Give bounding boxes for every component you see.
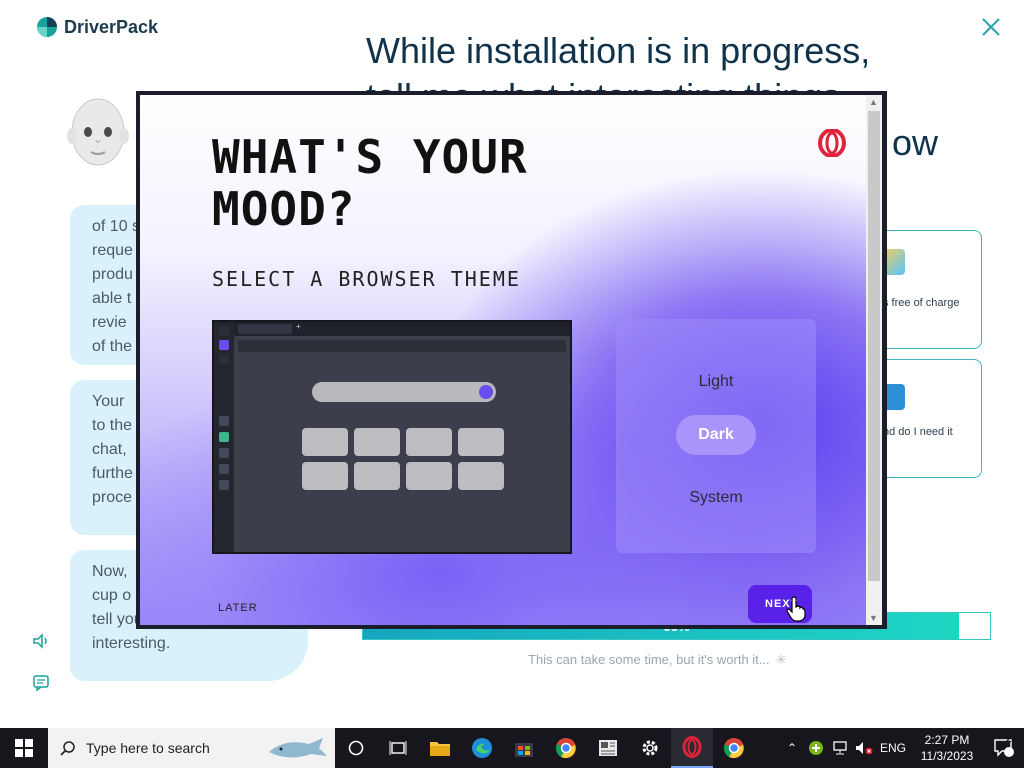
settings-gear-icon[interactable]	[629, 728, 671, 768]
network-icon[interactable]	[828, 741, 852, 755]
preview-search-icon	[219, 354, 229, 364]
preview-tab	[238, 324, 292, 334]
opera-taskbar-icon[interactable]	[671, 728, 713, 768]
windows-logo-icon	[15, 739, 33, 757]
chrome-icon[interactable]	[545, 728, 587, 768]
progress-note-text: This can take some time, but it's worth …	[528, 652, 770, 667]
clock-date: 11/3/2023	[920, 749, 974, 763]
preview-speed-dial-tile	[354, 428, 400, 456]
dialog-scrollbar[interactable]: ▲ ▼	[866, 95, 882, 625]
info-card-text: nd do I need it	[883, 426, 953, 438]
file-explorer-icon[interactable]	[419, 728, 461, 768]
preview-sidebar-slot	[219, 480, 229, 490]
preview-speed-dial-icon	[219, 340, 229, 350]
theme-selector: Light Dark System	[616, 319, 816, 553]
preview-sidebar-slot	[219, 464, 229, 474]
preview-speed-dial-tile	[354, 462, 400, 490]
dialog-content: WHAT'S YOUR MOOD? SELECT A BROWSER THEME…	[140, 95, 882, 625]
later-button[interactable]: LATER	[218, 602, 258, 614]
driverpack-logo-text: DriverPack	[64, 16, 159, 37]
dialog-title: WHAT'S YOUR MOOD?	[212, 130, 528, 236]
driverpack-logo: DriverPack	[36, 16, 158, 38]
preview-speed-dial-tile	[406, 428, 452, 456]
preview-sidebar-slot	[219, 448, 229, 458]
theme-preview: +	[212, 320, 572, 554]
edge-icon[interactable]	[461, 728, 503, 768]
assistant-avatar	[67, 98, 129, 166]
task-view-icon[interactable]	[377, 728, 419, 768]
preview-speed-dial-tile	[302, 428, 348, 456]
theme-option-system[interactable]: System	[616, 489, 816, 507]
preview-address-bar	[238, 340, 566, 352]
opera-logo-icon	[818, 129, 846, 157]
scrollbar-thumb[interactable]	[868, 111, 880, 581]
preview-menu-icon	[219, 326, 229, 336]
dialog-subtitle: SELECT A BROWSER THEME	[212, 267, 521, 291]
hand-cursor-icon	[786, 596, 806, 622]
preview-search-go-icon	[479, 385, 493, 399]
spinner-icon: ✳	[775, 652, 787, 667]
scroll-down-icon[interactable]: ▼	[869, 613, 878, 623]
opera-theme-dialog: WHAT'S YOUR MOOD? SELECT A BROWSER THEME…	[136, 91, 887, 629]
speaker-icon[interactable]	[32, 632, 50, 650]
preview-sidebar	[214, 322, 234, 552]
preview-aria-icon	[219, 416, 229, 426]
theme-option-light[interactable]: Light	[616, 373, 816, 391]
scroll-up-icon[interactable]: ▲	[869, 97, 878, 107]
preview-tab-bar: +	[234, 322, 570, 336]
windows-taskbar: Type here to search ⌃ ENG 2:27 PM 11/3/2…	[0, 728, 1024, 768]
system-tray: ⌃ ENG 2:27 PM 11/3/2023 2	[780, 728, 1024, 768]
preview-speed-dial-tile	[302, 462, 348, 490]
heading-line-1: While installation is in progress,	[366, 30, 871, 71]
preview-speed-dial-tile	[458, 428, 504, 456]
taskbar-search-placeholder: Type here to search	[86, 740, 210, 756]
theme-option-dark[interactable]: Dark	[676, 415, 756, 455]
chat-icon[interactable]	[32, 674, 50, 692]
microsoft-store-icon[interactable]	[503, 728, 545, 768]
news-app-icon[interactable]	[587, 728, 629, 768]
clock-time: 2:27 PM	[924, 733, 970, 747]
language-indicator[interactable]: ENG	[876, 741, 910, 755]
notification-count: 2	[1006, 734, 1012, 745]
preview-search-bar	[312, 382, 496, 402]
search-icon	[60, 741, 75, 756]
preview-messenger-icon	[219, 432, 229, 442]
progress-note: This can take some time, but it's worth …	[528, 652, 787, 668]
app-tray-icon[interactable]	[804, 740, 828, 756]
volume-muted-icon[interactable]	[852, 741, 876, 755]
info-card-text: s free of charge	[883, 297, 960, 309]
preview-speed-dial-tile	[458, 462, 504, 490]
notification-center-button[interactable]: 2	[984, 734, 1024, 758]
driverpack-logo-icon	[37, 17, 57, 37]
chevron-up-icon[interactable]: ⌃	[780, 741, 804, 755]
search-highlight-shark-icon	[269, 738, 327, 758]
chrome-icon[interactable]	[713, 728, 755, 768]
clock[interactable]: 2:27 PM 11/3/2023	[910, 732, 984, 764]
taskbar-search[interactable]: Type here to search	[48, 728, 335, 768]
start-button[interactable]	[0, 728, 48, 768]
cortana-icon[interactable]	[335, 728, 377, 768]
preview-new-tab-icon: +	[296, 322, 301, 331]
preview-speed-dial-tile	[406, 462, 452, 490]
